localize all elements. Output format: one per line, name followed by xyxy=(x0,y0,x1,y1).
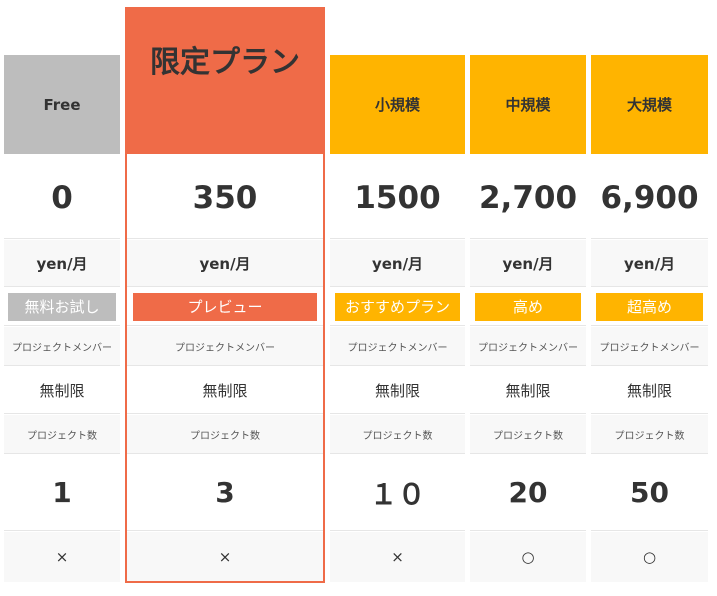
plan-header-medium: 中規模 xyxy=(470,55,586,154)
plan-tag-row: 高め xyxy=(470,288,586,326)
plan-price: 2,700 xyxy=(470,157,586,239)
project-count-value: １０ xyxy=(330,455,465,531)
member-value: 無制限 xyxy=(591,367,708,414)
plan-name: Free xyxy=(43,95,81,114)
plan-tag-badge: プレビュー xyxy=(133,292,317,321)
plan-tag-row: プレビュー xyxy=(125,288,325,326)
member-value: 無制限 xyxy=(125,367,325,414)
project-count-label: プロジェクト数 xyxy=(4,415,120,454)
plan-tag-row: おすすめプラン xyxy=(330,288,465,326)
member-value: 無制限 xyxy=(470,367,586,414)
plan-tag-row: 無料お試し xyxy=(4,288,120,326)
plan-tag-badge: 高め xyxy=(475,292,581,321)
member-label: プロジェクトメンバー xyxy=(591,327,708,366)
feature-mark: × xyxy=(125,532,325,582)
plan-header-limited: 限定プラン xyxy=(125,7,325,154)
plan-price-unit: yen/月 xyxy=(125,240,325,287)
feature-mark: ○ xyxy=(470,532,586,582)
feature-mark: ○ xyxy=(591,532,708,582)
feature-mark: × xyxy=(4,532,120,582)
project-count-label: プロジェクト数 xyxy=(591,415,708,454)
plan-price: 350 xyxy=(125,157,325,239)
feature-mark: × xyxy=(330,532,465,582)
project-count-value: 50 xyxy=(591,455,708,531)
project-count-label: プロジェクト数 xyxy=(330,415,465,454)
plan-price-unit: yen/月 xyxy=(4,240,120,287)
project-count-label: プロジェクト数 xyxy=(125,415,325,454)
plan-tag-badge: 無料お試し xyxy=(8,292,116,321)
plan-name: 小規模 xyxy=(374,96,420,114)
project-count-label: プロジェクト数 xyxy=(470,415,586,454)
project-count-value: 1 xyxy=(4,455,120,531)
plan-price-unit: yen/月 xyxy=(330,240,465,287)
plan-name: 限定プラン xyxy=(150,44,300,80)
project-count-value: 3 xyxy=(125,455,325,531)
plan-price: 0 xyxy=(4,157,120,239)
member-label: プロジェクトメンバー xyxy=(125,327,325,366)
plan-price-unit: yen/月 xyxy=(591,240,708,287)
plan-price-unit: yen/月 xyxy=(470,240,586,287)
plan-name: 中規模 xyxy=(505,96,551,114)
plan-tag-badge: 超高め xyxy=(596,292,703,321)
plan-header-free: Free xyxy=(4,55,120,154)
plan-name: 大規模 xyxy=(626,96,672,114)
plan-tag-badge: おすすめプラン xyxy=(335,292,460,321)
plan-header-large: 大規模 xyxy=(591,55,708,154)
member-label: プロジェクトメンバー xyxy=(470,327,586,366)
member-value: 無制限 xyxy=(330,367,465,414)
plan-price: 1500 xyxy=(330,157,465,239)
member-label: プロジェクトメンバー xyxy=(330,327,465,366)
member-label: プロジェクトメンバー xyxy=(4,327,120,366)
plan-price: 6,900 xyxy=(591,157,708,239)
plan-header-small: 小規模 xyxy=(330,55,465,154)
project-count-value: 20 xyxy=(470,455,586,531)
member-value: 無制限 xyxy=(4,367,120,414)
plan-tag-row: 超高め xyxy=(591,288,708,326)
